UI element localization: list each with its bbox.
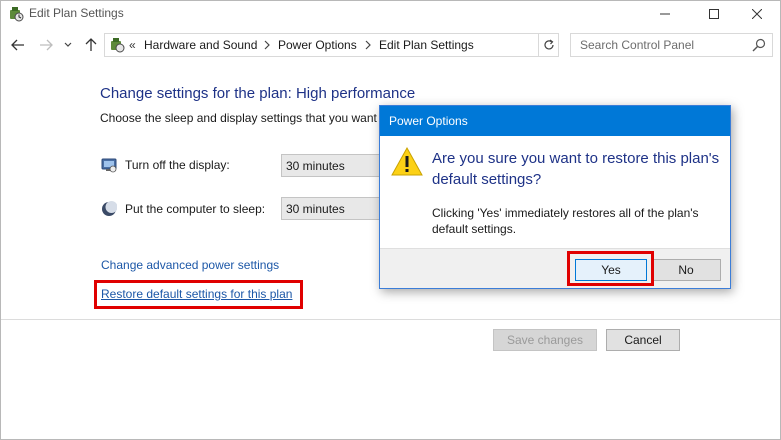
dialog-main-instruction: Are you sure you want to restore this pl… <box>432 150 720 188</box>
dialog-title: Power Options <box>389 114 468 128</box>
navigation-bar: « Hardware and Sound Power Options Edit … <box>1 33 780 57</box>
monitor-icon <box>101 158 117 173</box>
dialog-footer: Yes No <box>380 248 730 288</box>
refresh-icon <box>543 39 554 50</box>
recent-locations-button[interactable] <box>62 36 74 54</box>
sleep-select[interactable]: 30 minutes <box>281 197 381 220</box>
highlight-box <box>94 280 303 309</box>
power-options-icon <box>111 38 125 53</box>
title-bar: Edit Plan Settings <box>1 1 780 27</box>
sleep-value: 30 minutes <box>286 202 345 216</box>
refresh-button[interactable] <box>539 33 559 57</box>
page-title: Change settings for the plan: High perfo… <box>100 85 416 102</box>
search-icon[interactable] <box>752 38 766 52</box>
arrow-up-icon <box>85 38 97 51</box>
power-options-dialog: Power Options Are you sure you want to r… <box>379 105 731 289</box>
address-bar[interactable]: « Hardware and Sound Power Options Edit … <box>104 33 636 57</box>
dialog-title-bar: Power Options <box>380 106 730 136</box>
save-changes-button[interactable]: Save changes <box>493 329 597 351</box>
dialog-content-text: Clicking 'Yes' immediately restores all … <box>432 206 699 236</box>
advanced-power-settings-link[interactable]: Change advanced power settings <box>101 258 279 272</box>
minimize-icon <box>660 13 670 15</box>
search-box[interactable]: Search Control Panel <box>570 33 773 57</box>
maximize-button[interactable] <box>691 1 737 27</box>
forward-button[interactable] <box>37 36 55 54</box>
display-off-value: 30 minutes <box>286 159 345 173</box>
cancel-button[interactable]: Cancel <box>606 329 680 351</box>
close-window-button[interactable] <box>734 1 780 27</box>
arrow-left-icon <box>11 39 24 51</box>
up-button[interactable] <box>82 36 100 54</box>
minimize-button[interactable] <box>642 1 688 27</box>
search-placeholder: Search Control Panel <box>580 38 695 52</box>
edit-plan-settings-window: Edit Plan Settings « Hardware and Sound … <box>0 0 781 440</box>
window-title: Edit Plan Settings <box>29 6 124 20</box>
no-button[interactable]: No <box>651 259 721 281</box>
sleep-label: Put the computer to sleep: <box>125 202 266 216</box>
power-options-icon <box>10 7 24 22</box>
close-icon <box>752 9 762 19</box>
maximize-icon <box>709 9 719 19</box>
display-off-select[interactable]: 30 minutes <box>281 154 381 177</box>
moon-icon <box>102 201 117 216</box>
arrow-right-icon <box>40 39 53 51</box>
chevron-right-icon <box>365 40 371 50</box>
warning-icon <box>391 146 423 176</box>
chevron-right-icon <box>264 40 270 50</box>
breadcrumb-power-options[interactable]: Power Options <box>278 38 357 52</box>
breadcrumb-hardware-and-sound[interactable]: Hardware and Sound <box>144 38 257 52</box>
chevron-down-icon <box>64 42 72 47</box>
page-subtitle: Choose the sleep and display settings th… <box>100 111 380 125</box>
breadcrumb-edit-plan-settings[interactable]: Edit Plan Settings <box>379 38 474 52</box>
content-divider <box>1 319 780 320</box>
yes-highlight-box <box>567 251 654 286</box>
breadcrumb-overflow-chevron[interactable]: « <box>129 38 136 52</box>
display-off-label: Turn off the display: <box>125 158 230 172</box>
back-button[interactable] <box>9 36 27 54</box>
